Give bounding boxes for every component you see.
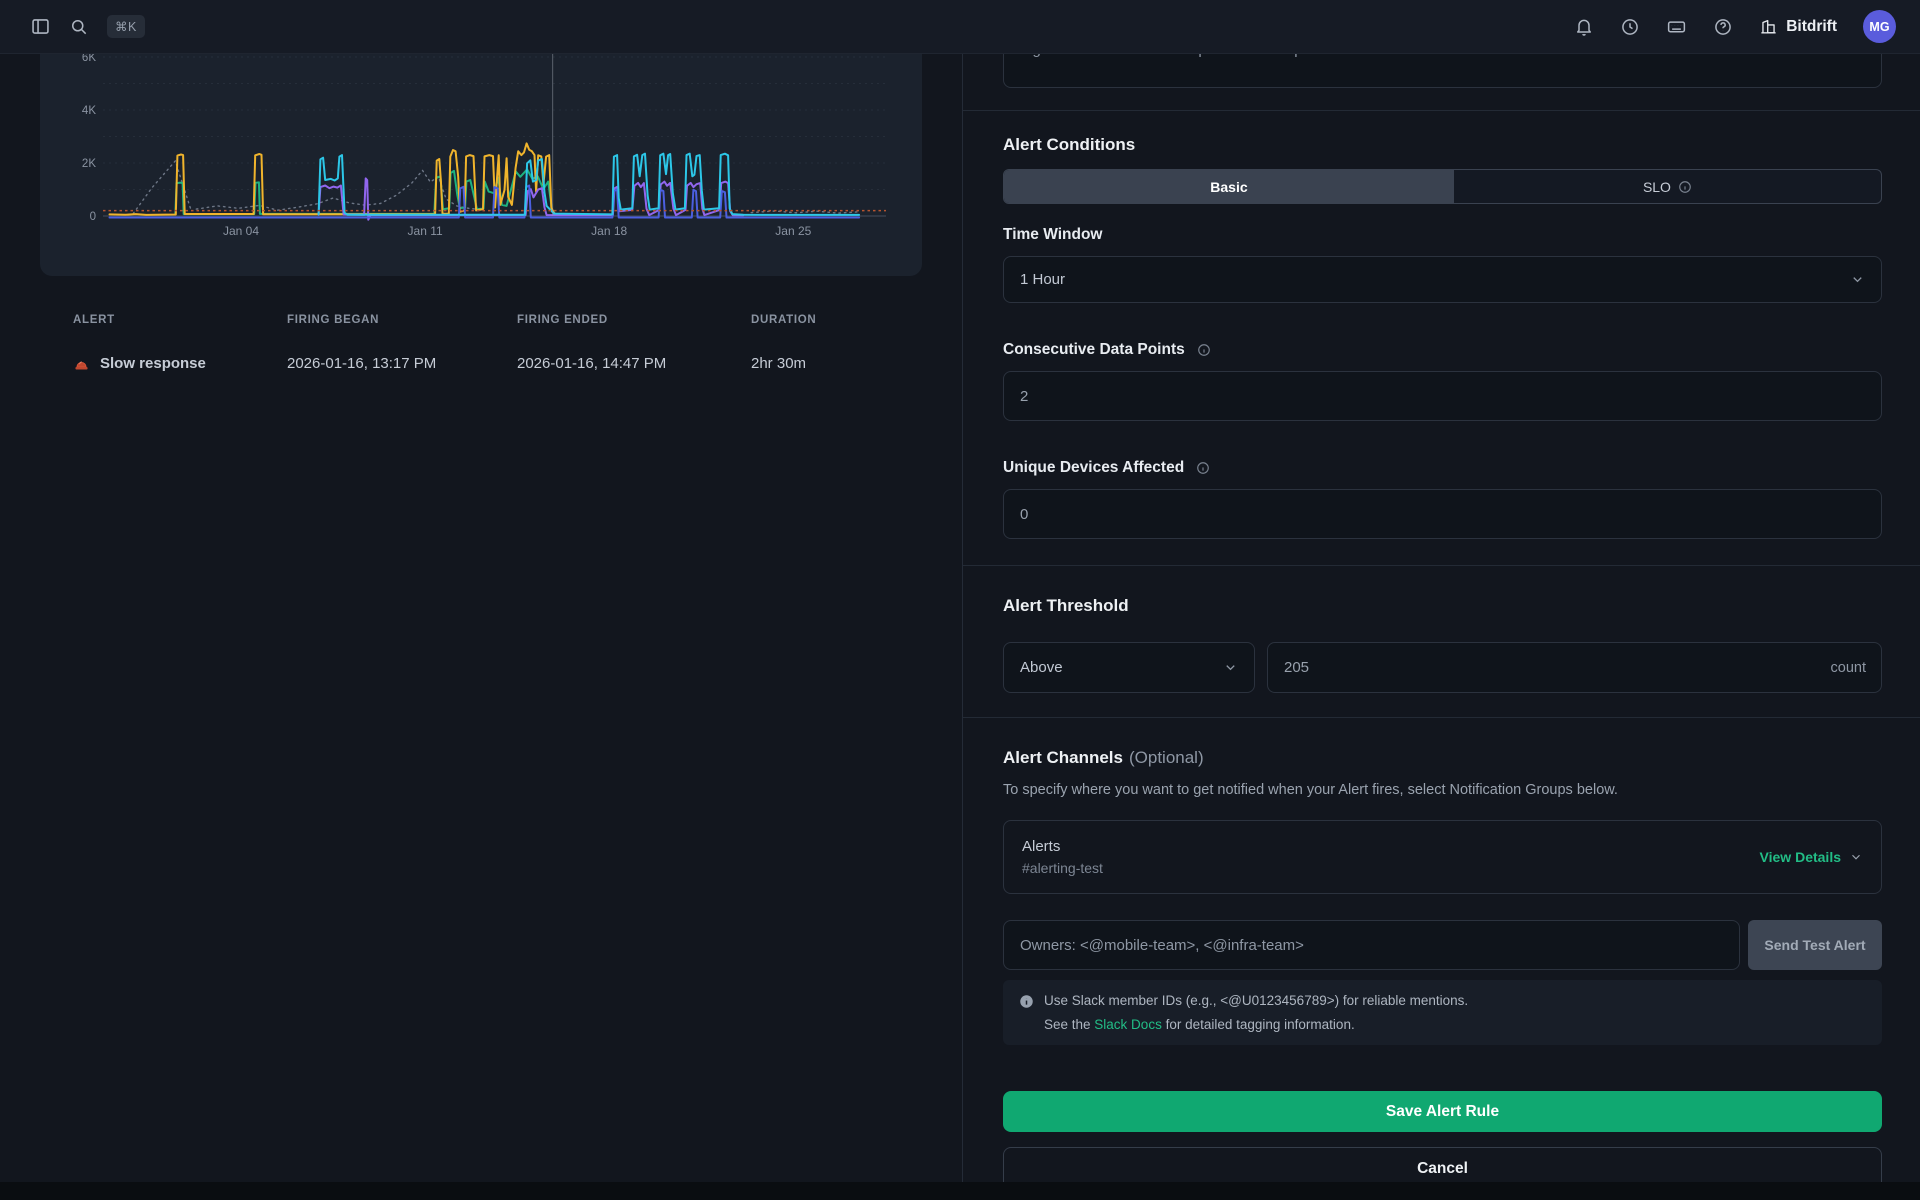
chevron-down-icon: [1850, 272, 1865, 287]
svg-text:Jan 25: Jan 25: [775, 224, 811, 238]
consecutive-points-label: Consecutive Data Points: [1003, 341, 1882, 359]
optional-label: (Optional): [1129, 748, 1204, 767]
bottom-strip: [0, 1182, 1920, 1200]
group-name: Alerts: [1022, 838, 1103, 855]
save-alert-rule-button[interactable]: Save Alert Rule: [1003, 1091, 1882, 1132]
siren-icon: [73, 355, 90, 372]
slack-docs-link[interactable]: Slack Docs: [1094, 1017, 1162, 1032]
info-icon: [1019, 994, 1034, 1009]
divider: [963, 110, 1920, 111]
cancel-button[interactable]: Cancel: [1003, 1147, 1882, 1182]
view-details-label: View Details: [1760, 849, 1841, 865]
send-test-alert-button[interactable]: Send Test Alert: [1748, 920, 1882, 970]
alert-channels-title: Alert Channels(Optional): [1003, 748, 1882, 768]
threshold-operator-value: Above: [1020, 659, 1063, 676]
divider: [963, 717, 1920, 718]
svg-text:Jan 18: Jan 18: [591, 224, 627, 238]
history-clock-icon[interactable]: [1620, 17, 1640, 37]
top-navbar: ⌘K Bitdrift MG: [0, 0, 1920, 54]
unique-devices-label: Unique Devices Affected: [1003, 459, 1882, 477]
firing-began-value: 2026-01-16, 13:17 PM: [287, 355, 517, 372]
consecutive-info-icon[interactable]: [1197, 343, 1211, 357]
chevron-down-icon: [1849, 850, 1863, 864]
channels-description: To specify where you want to get notifie…: [1003, 782, 1882, 798]
divider: [963, 565, 1920, 566]
notification-group-card[interactable]: Alerts #alerting-test View Details: [1003, 820, 1882, 894]
sidebar-toggle-icon[interactable]: [30, 16, 51, 37]
slack-note-line1: Use Slack member IDs (e.g., <@U012345678…: [1044, 993, 1468, 1008]
consecutive-points-input[interactable]: [1003, 371, 1882, 421]
threshold-value-input[interactable]: [1267, 642, 1882, 693]
firing-history-table: ALERT FIRING BEGAN FIRING ENDED DURATION…: [73, 314, 903, 372]
col-alert: ALERT: [73, 314, 287, 326]
svg-text:4K: 4K: [82, 105, 96, 117]
threshold-operator-select[interactable]: Above: [1003, 642, 1255, 693]
unique-devices-input[interactable]: [1003, 489, 1882, 539]
svg-text:Jan 04: Jan 04: [223, 224, 259, 238]
brand-name: Bitdrift: [1786, 18, 1837, 36]
user-avatar[interactable]: MG: [1863, 10, 1896, 43]
time-window-label: Time Window: [1003, 226, 1882, 244]
time-window-value: 1 Hour: [1020, 271, 1065, 288]
table-header: ALERT FIRING BEGAN FIRING ENDED DURATION: [73, 314, 903, 326]
conditions-mode-tabs: Basic SLO: [1003, 169, 1882, 204]
time-window-select[interactable]: 1 Hour: [1003, 256, 1882, 303]
search-shortcut-badge[interactable]: ⌘K: [107, 15, 145, 38]
tab-basic[interactable]: Basic: [1004, 170, 1454, 203]
svg-text:Jan 11: Jan 11: [408, 224, 443, 238]
col-firing-began: FIRING BEGAN: [287, 314, 517, 326]
slo-info-icon: [1678, 180, 1692, 194]
group-channel: #alerting-test: [1022, 860, 1103, 876]
bitdrift-logo-icon: [1759, 17, 1778, 36]
keyboard-icon[interactable]: [1666, 16, 1687, 37]
brand[interactable]: Bitdrift: [1759, 17, 1837, 36]
tab-slo[interactable]: SLO: [1454, 170, 1881, 203]
view-details-button[interactable]: View Details: [1760, 849, 1863, 865]
chevron-down-icon: [1223, 660, 1238, 675]
owners-input[interactable]: [1003, 920, 1740, 970]
alert-name: Slow response: [100, 355, 206, 372]
alert-conditions-title: Alert Conditions: [1003, 135, 1882, 155]
alert-preview-panel: 02K4K6KJan 04Jan 11Jan 18Jan 25 ALERT FI…: [0, 0, 962, 1182]
table-row[interactable]: Slow response 2026-01-16, 13:17 PM 2026-…: [73, 355, 903, 372]
svg-text:2K: 2K: [82, 158, 96, 170]
alert-threshold-title: Alert Threshold: [1003, 596, 1882, 616]
unique-devices-info-icon[interactable]: [1196, 461, 1210, 475]
tab-basic-label: Basic: [1210, 179, 1247, 195]
svg-text:0: 0: [90, 211, 96, 223]
duration-value: 2hr 30m: [751, 355, 903, 372]
notifications-bell-icon[interactable]: [1574, 17, 1594, 37]
slack-note-panel: Use Slack member IDs (e.g., <@U012345678…: [1003, 980, 1882, 1045]
firing-ended-value: 2026-01-16, 14:47 PM: [517, 355, 751, 372]
help-icon[interactable]: [1713, 17, 1733, 37]
col-firing-ended: FIRING ENDED: [517, 314, 751, 326]
alert-rule-form: Alert Conditions Basic SLO Time Window 1…: [962, 0, 1920, 1182]
col-duration: DURATION: [751, 314, 903, 326]
search-icon[interactable]: [69, 17, 89, 37]
tab-slo-label: SLO: [1643, 179, 1671, 195]
slack-note-line2: See the Slack Docs for detailed tagging …: [1044, 1017, 1355, 1032]
